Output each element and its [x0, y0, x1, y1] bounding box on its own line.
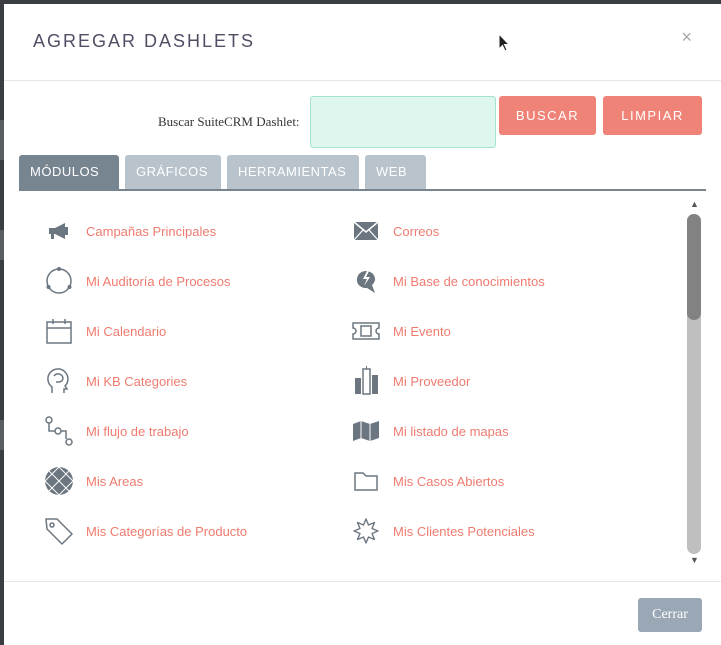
folder-icon: [350, 465, 382, 497]
process-audit-icon: [43, 265, 75, 297]
modal-title: AGREGAR DASHLETS: [33, 31, 256, 51]
starburst-icon: [350, 515, 382, 547]
knowledge-base-icon: [350, 265, 382, 297]
close-button[interactable]: Cerrar: [638, 598, 702, 632]
dashlet-item[interactable]: Mis Casos Abiertos: [350, 464, 504, 498]
close-icon[interactable]: ×: [681, 27, 692, 48]
dashlet-item[interactable]: Mi Auditoría de Procesos: [43, 264, 231, 298]
dashlet-item[interactable]: Mi Proveedor: [350, 364, 470, 398]
search-row: Buscar SuiteCRM Dashlet: BUSCAR LIMPIAR: [4, 96, 721, 148]
dashlet-label: Correos: [393, 223, 440, 239]
dashlet-label: Mi Evento: [393, 323, 451, 339]
dashlet-item[interactable]: Mi flujo de trabajo: [43, 414, 189, 448]
search-button[interactable]: BUSCAR: [499, 96, 596, 135]
dashlet-item[interactable]: Mi Evento: [350, 314, 451, 348]
scrollbar-thumb[interactable]: [687, 214, 701, 320]
dashlet-item[interactable]: Mis Categorías de Producto: [43, 514, 247, 548]
dashlet-label: Mi flujo de trabajo: [86, 423, 189, 439]
scrollbar[interactable]: ▲ ▼: [686, 199, 702, 565]
search-label: Buscar SuiteCRM Dashlet:: [158, 114, 300, 129]
dashlet-label: Mi Auditoría de Procesos: [86, 273, 231, 289]
globe-grid-icon: [43, 465, 75, 497]
map-icon: [350, 415, 382, 447]
search-input[interactable]: [310, 96, 496, 148]
dashlet-item[interactable]: Mis Clientes Potenciales: [350, 514, 535, 548]
dashlet-label: Mi listado de mapas: [393, 423, 509, 439]
dashlet-label: Campañas Principales: [86, 223, 217, 239]
buildings-icon: [350, 365, 382, 397]
clear-button[interactable]: LIMPIAR: [603, 96, 702, 135]
workflow-icon: [43, 415, 75, 447]
mouse-cursor-icon: [498, 33, 511, 52]
dashlet-label: Mi Calendario: [86, 323, 167, 339]
dashlet-label: Mi KB Categories: [86, 373, 188, 389]
scroll-down-icon[interactable]: ▼: [690, 555, 699, 565]
dashlet-item[interactable]: Mis Areas: [43, 464, 143, 498]
modal-footer: Cerrar: [4, 581, 721, 645]
add-dashlets-modal: AGREGAR DASHLETS × Buscar SuiteCRM Dashl…: [4, 4, 721, 645]
dashlet-label: Mi Proveedor: [393, 373, 471, 389]
dashlet-item[interactable]: Mi Base de conocimientos: [350, 264, 545, 298]
tab-tools[interactable]: HERRAMIENTAS: [227, 155, 359, 189]
scroll-up-icon[interactable]: ▲: [690, 199, 699, 209]
dashlet-label: Mis Clientes Potenciales: [393, 523, 535, 539]
dashlet-item[interactable]: Mi listado de mapas: [350, 414, 509, 448]
head-icon: [43, 365, 75, 397]
tab-modules[interactable]: MÓDULOS: [19, 155, 119, 189]
dashlet-list: Campañas Principales Correos Mi Auditorí…: [4, 194, 721, 570]
megaphone-icon: [43, 215, 75, 247]
calendar-icon: [43, 315, 75, 347]
dashlet-item[interactable]: Mi KB Categories: [43, 364, 187, 398]
tab-bar: MÓDULOS GRÁFICOS HERRAMIENTAS WEB: [19, 155, 706, 191]
dashlet-item[interactable]: Mi Calendario: [43, 314, 166, 348]
dashlet-label: Mis Casos Abiertos: [393, 473, 505, 489]
dashlet-item[interactable]: Campañas Principales: [43, 214, 216, 248]
tab-web[interactable]: WEB: [365, 155, 426, 189]
dashlet-label: Mis Areas: [86, 473, 144, 489]
dashlet-label: Mi Base de conocimientos: [393, 273, 545, 289]
dashlet-label: Mis Categorías de Producto: [86, 523, 248, 539]
ticket-icon: [350, 315, 382, 347]
dashlet-item[interactable]: Correos: [350, 214, 439, 248]
envelope-icon: [350, 215, 382, 247]
tag-icon: [43, 515, 75, 547]
modal-header: AGREGAR DASHLETS ×: [4, 4, 721, 81]
tab-charts[interactable]: GRÁFICOS: [125, 155, 221, 189]
